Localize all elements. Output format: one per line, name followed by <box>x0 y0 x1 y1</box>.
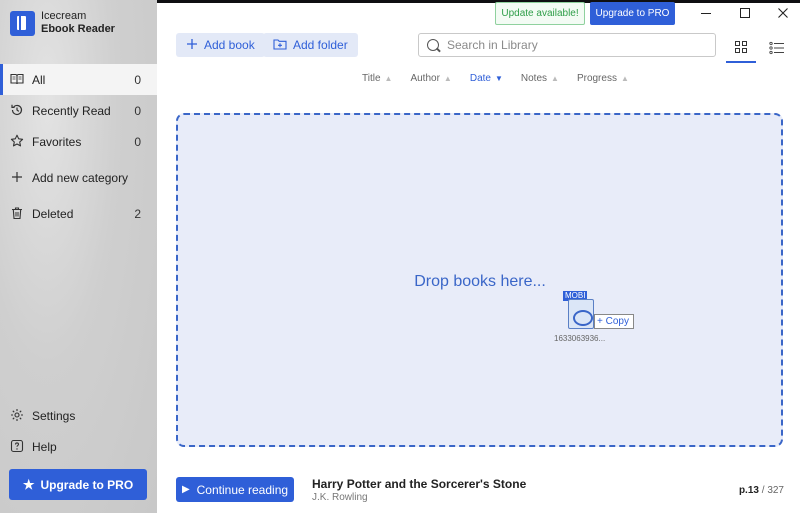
list-view-toggle[interactable] <box>762 33 792 63</box>
sidebar-bottom: Settings Help <box>0 400 157 462</box>
plus-icon <box>10 170 24 184</box>
folder-plus-icon <box>273 37 287 53</box>
sidebar-item-all[interactable]: All 0 <box>0 64 157 95</box>
search-input[interactable] <box>447 38 697 52</box>
sort-author[interactable]: Author ▲ <box>410 73 451 84</box>
copy-tooltip: + Copy <box>594 314 634 329</box>
list-icon <box>769 41 784 55</box>
add-book-button[interactable]: Add book <box>176 33 265 57</box>
sort-arrow-icon: ▲ <box>384 74 393 83</box>
current-book-author: J.K. Rowling <box>312 492 368 503</box>
page-total: 327 <box>767 485 784 496</box>
sidebar-item-add-category[interactable]: Add new category <box>0 162 157 193</box>
update-available-button[interactable]: Update available! <box>495 2 585 25</box>
sidebar-item-label: Add new category <box>32 170 129 185</box>
sidebar-item-recently-read[interactable]: Recently Read 0 <box>0 95 157 126</box>
plus-icon <box>186 37 198 53</box>
dragged-filename: 1633063936... <box>554 334 606 343</box>
sidebar-item-label: Deleted <box>32 206 74 221</box>
add-folder-button[interactable]: Add folder <box>263 33 358 57</box>
sidebar-item-label: Favorites <box>32 134 82 149</box>
dragged-file: MOBI + Copy 1633063936... <box>554 291 646 351</box>
continue-reading-label: Continue reading <box>196 482 289 497</box>
help-icon <box>10 439 24 453</box>
settings-link[interactable]: Settings <box>0 400 157 431</box>
grid-icon <box>735 41 747 53</box>
sort-title[interactable]: Title ▲ <box>362 73 392 84</box>
sort-arrow-icon: ▲ <box>620 74 629 83</box>
help-label: Help <box>32 439 57 454</box>
sidebar-item-count: 0 <box>134 72 141 87</box>
app-logo-icon <box>10 10 35 36</box>
sort-date[interactable]: Date ▼ <box>470 73 503 84</box>
history-icon <box>10 103 24 117</box>
app-name-line1: Icecream <box>41 10 87 22</box>
window-top-edge <box>157 0 800 3</box>
sidebar-item-deleted[interactable]: Deleted 2 <box>0 198 157 229</box>
search-box[interactable] <box>418 33 716 57</box>
sort-notes[interactable]: Notes ▲ <box>521 73 559 84</box>
sort-desc-arrow-icon: ▼ <box>494 74 503 83</box>
file-icon <box>568 299 594 329</box>
sort-progress[interactable]: Progress ▲ <box>577 73 629 84</box>
sidebar-nav: All 0 Recently Read 0 Favorites 0 Add ne… <box>0 64 157 229</box>
sidebar-item-count: 0 <box>134 134 141 149</box>
app-brand: Icecream Ebook Reader <box>10 10 115 36</box>
drop-zone-text: Drop books here... <box>414 273 546 290</box>
current-book-title[interactable]: Harry Potter and the Sorcerer's Stone <box>312 477 526 491</box>
add-book-label: Add book <box>204 38 255 52</box>
upgrade-pro-top-button[interactable]: Upgrade to PRO <box>590 2 675 25</box>
drop-zone[interactable]: Drop books here... MOBI + Copy 163306393… <box>176 113 783 447</box>
sidebar-item-favorites[interactable]: Favorites 0 <box>0 126 157 157</box>
page-current: p.13 <box>738 485 759 496</box>
sidebar-item-count: 2 <box>134 206 141 221</box>
maximize-icon[interactable] <box>727 4 763 24</box>
trash-icon <box>10 206 24 220</box>
settings-label: Settings <box>32 408 76 423</box>
gear-icon <box>10 408 24 422</box>
sort-header-row: Title ▲ Author ▲ Date ▼ Notes ▲ Progress ▲ <box>362 73 647 84</box>
sidebar-item-label: Recently Read <box>32 103 111 118</box>
sidebar-item-label: All <box>32 72 46 87</box>
play-icon: ▶ <box>181 484 190 495</box>
sort-arrow-icon: ▲ <box>443 74 452 83</box>
star-outline-icon <box>10 134 24 148</box>
upgrade-pro-button[interactable]: ★ Upgrade to PRO <box>9 469 147 500</box>
sidebar-item-count: 0 <box>134 103 141 118</box>
grid-view-toggle[interactable] <box>726 33 756 63</box>
search-icon <box>427 39 439 51</box>
sort-arrow-icon: ▲ <box>551 74 559 83</box>
close-icon[interactable] <box>765 4 800 24</box>
continue-reading-button[interactable]: ▶ Continue reading <box>176 477 294 502</box>
star-icon: ★ <box>22 476 35 492</box>
help-link[interactable]: Help <box>0 431 157 462</box>
page-indicator: p.13 / 327 <box>738 485 784 496</box>
app-name-line2: Ebook Reader <box>41 23 115 35</box>
minimize-icon[interactable] <box>688 4 724 24</box>
book-open-icon <box>10 72 24 86</box>
sidebar: Icecream Ebook Reader All 0 Recently Rea… <box>0 0 157 513</box>
add-folder-label: Add folder <box>293 38 348 52</box>
upgrade-pro-label: Upgrade to PRO <box>40 477 134 492</box>
